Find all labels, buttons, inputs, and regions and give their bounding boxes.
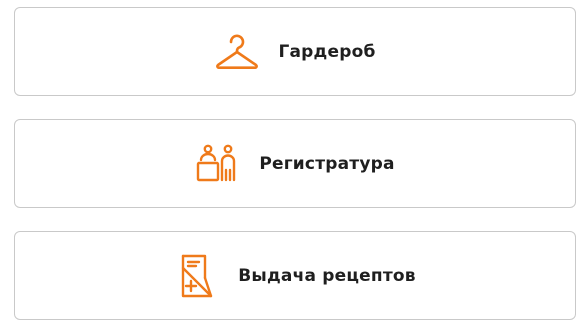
prescriptions-button[interactable]: Выдача рецептов (14, 231, 576, 320)
prescription-icon (174, 254, 220, 298)
registry-button[interactable]: Регистратура (14, 119, 576, 208)
registry-label: Регистратура (259, 153, 395, 174)
hanger-icon (214, 32, 260, 72)
wardrobe-label: Гардероб (278, 41, 376, 62)
prescriptions-label: Выдача рецептов (238, 265, 416, 286)
menu-list: Гардероб Регистратура Выдача рецептов (0, 0, 584, 320)
wardrobe-button[interactable]: Гардероб (14, 7, 576, 96)
reception-icon (195, 144, 241, 184)
